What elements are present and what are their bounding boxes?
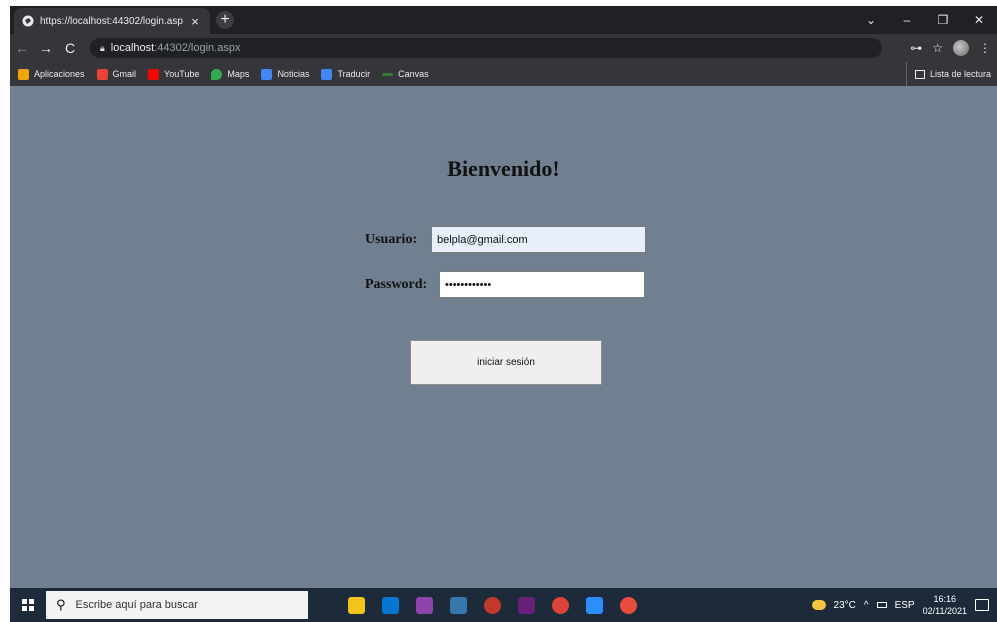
page-title: Bienvenido! [447,156,560,181]
browser-toolbar: ← → C 🔒︎ localhost :44302/login.aspx ⊶ ☆… [10,34,997,62]
clock-time: 16:16 [933,594,957,604]
clock-date: 02/11/2021 [922,606,967,616]
reading-list-label: Lista de lectura [929,69,991,79]
taskbar-apps [348,596,637,614]
windows-logo-icon [22,599,34,611]
tab-title: https://localhost:44302/login.asp [40,15,183,27]
bookmark-label: YouTube [164,69,200,79]
file-explorer-icon[interactable] [348,596,365,614]
gmail-icon [96,68,108,80]
system-tray: 23°C ^ ESP 16:16 02/11/2021 [811,588,997,622]
bookmark-traducir[interactable]: Traducir [321,68,371,80]
bookmark-label: Noticias [277,69,310,79]
reading-list-icon [914,69,925,79]
tab-close-icon[interactable]: × [188,14,202,29]
maps-pin-icon [211,68,223,80]
zoom-icon[interactable] [586,596,603,614]
clock[interactable]: 16:16 02/11/2021 [923,593,967,617]
password-input[interactable] [439,271,645,298]
bookmark-label: Aplicaciones [34,69,85,79]
canvas-icon [382,72,394,76]
network-icon[interactable] [484,596,501,614]
page-content: Bienvenido! Usuario: Password: iniciar s… [10,86,997,588]
reload-button[interactable]: C [58,40,82,56]
tool-icon[interactable] [620,596,637,614]
apps-grid-icon [18,68,29,80]
weather-temp[interactable]: 23°C [834,600,856,611]
search-placeholder: Escribe aquí para buscar [75,599,198,611]
bookmark-youtube[interactable]: YouTube [148,68,200,80]
mail-icon[interactable] [382,596,399,614]
close-window-button[interactable]: ✕ [961,13,997,27]
start-button[interactable] [10,599,46,611]
profile-avatar[interactable] [953,40,969,56]
password-label: Password: [365,277,428,292]
url-host: localhost [110,42,155,54]
bookmark-canvas[interactable]: Canvas [382,69,429,79]
bookmark-maps[interactable]: Maps [211,68,250,80]
bookmark-gmail[interactable]: Gmail [96,68,137,80]
bookmarks-bar: Aplicaciones Gmail YouTube Maps Noticias… [10,62,997,86]
username-label: Usuario: [365,232,418,247]
bookmark-label: Gmail [112,69,137,79]
search-icon: ⚲ [56,597,66,612]
language-indicator[interactable]: ESP [895,600,915,611]
taskbar-search[interactable]: ⚲ Escribe aquí para buscar [46,591,308,619]
tab-search-icon[interactable]: ⌄ [853,13,889,27]
tab-strip: https://localhost:44302/login.asp × + ⌄ … [10,6,997,34]
bookmark-aplicaciones[interactable]: Aplicaciones [18,68,85,80]
forward-button[interactable]: → [34,40,58,56]
browser-menu-icon[interactable]: ⋮ [979,41,991,55]
url-path: :44302/login.aspx [154,42,241,54]
key-icon[interactable]: ⊶ [910,41,922,55]
new-tab-button[interactable]: + [216,11,234,29]
username-input[interactable] [431,226,646,253]
youtube-icon [148,68,160,80]
globe-icon [22,15,34,27]
bookmark-noticias[interactable]: Noticias [261,68,310,80]
browser-window: https://localhost:44302/login.asp × + ⌄ … [10,6,997,622]
notifications-icon[interactable] [975,599,989,611]
window-controls: ⌄ – ❐ ✕ [853,6,997,34]
bookmark-label: Traducir [337,69,371,79]
bookmark-label: Maps [227,69,250,79]
back-button[interactable]: ← [10,40,34,56]
visual-studio-icon[interactable] [518,596,535,614]
battery-icon[interactable] [876,602,887,608]
bookmark-label: Canvas [398,69,429,79]
reading-list-button[interactable]: Lista de lectura [905,62,991,86]
weather-icon[interactable] [811,600,826,610]
restore-button[interactable]: ❐ [925,13,961,27]
address-bar[interactable]: 🔒︎ localhost :44302/login.aspx [90,38,882,58]
minimize-button[interactable]: – [889,13,925,27]
news-icon [261,68,273,80]
toolbar-right-tools: ⊶ ☆ ⋮ [910,34,991,62]
login-button[interactable]: iniciar sesión [410,340,602,385]
chrome-icon[interactable] [552,596,569,614]
windows-taskbar: ⚲ Escribe aquí para buscar 23°C ^ ESP 16… [10,588,997,622]
bookmark-star-icon[interactable]: ☆ [932,41,943,55]
tray-overflow-icon[interactable]: ^ [864,600,869,611]
lock-icon[interactable]: 🔒︎ [100,43,105,54]
translate-icon [321,68,333,80]
python-icon[interactable] [450,596,467,614]
browser-tab[interactable]: https://localhost:44302/login.asp × [14,8,210,34]
winrar-icon[interactable] [416,596,433,614]
